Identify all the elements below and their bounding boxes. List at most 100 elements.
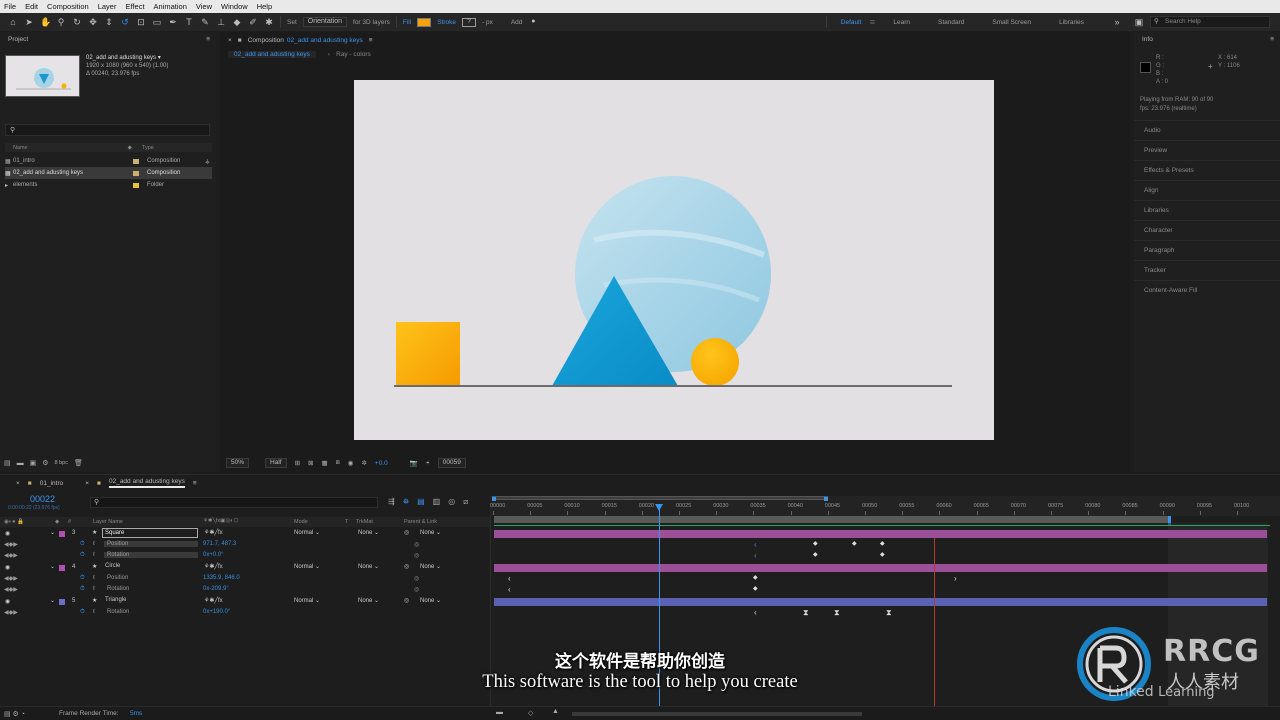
workspace-menu-icon[interactable]: ≡ (867, 17, 877, 27)
keyframe-navigator-icon[interactable]: ◀◆▶ (4, 575, 18, 582)
layer-bar-circle[interactable] (494, 564, 1267, 572)
property-value[interactable]: 0x+190.0° (203, 609, 230, 615)
zoom-tool-icon[interactable]: ⚲ (56, 17, 66, 27)
expression-icon[interactable]: ℓ (93, 609, 95, 615)
dolly-tool-icon[interactable]: ⇕ (104, 17, 114, 27)
property-row[interactable]: ◀◆▶ ⏱ ℓ Rotation 0x-209.9° ◎ (0, 585, 490, 597)
trkmat-dropdown[interactable]: None ⌄ (358, 597, 379, 604)
property-row[interactable]: ◀◆▶ ⏱ ℓ Position 1335.9, 846.0 ◎ (0, 574, 490, 586)
stroke-width-label[interactable]: - px (482, 19, 493, 26)
puppet-pin-tool-icon[interactable]: ✱ (264, 17, 274, 27)
panel-menu-icon[interactable]: ≡ (193, 480, 197, 487)
stopwatch-icon[interactable]: ⏱ (80, 575, 85, 582)
keyframe[interactable]: ‹ (508, 575, 511, 583)
close-tab-icon[interactable]: × (16, 480, 20, 487)
visibility-eye-icon[interactable]: ◉ (5, 598, 10, 605)
keyframe[interactable]: ‹ (754, 609, 757, 617)
visibility-eye-icon[interactable]: ◉ (5, 564, 10, 571)
timeline-tab-intro[interactable]: 01_intro (40, 480, 64, 487)
menu-file[interactable]: File (4, 2, 16, 11)
keyframe[interactable]: ◆ (753, 575, 758, 582)
property-row[interactable]: ◀◆▶ ⏱ ℓ Rotation 0x+0.0° ◎ (0, 551, 490, 563)
mode-dropdown[interactable]: Normal ⌄ (294, 597, 320, 604)
new-folder-icon[interactable]: ▬ (17, 460, 24, 467)
add-circle-icon[interactable]: ● (528, 17, 538, 27)
workspace-small-screen[interactable]: Small Screen (992, 19, 1031, 26)
pickwhip-icon[interactable]: ◎ (404, 529, 409, 536)
shy-layers-icon[interactable]: ▤ (417, 497, 425, 507)
keyframe[interactable]: › (954, 575, 957, 583)
more-workspaces-icon[interactable]: » (1112, 17, 1122, 27)
timeline-search-input[interactable]: ⚲ (90, 497, 378, 508)
zoom-dropdown[interactable]: 50% (226, 458, 250, 468)
menu-effect[interactable]: Effect (125, 2, 144, 11)
layer-row[interactable]: ◉ ⌄ 3 ★ Square ⚘✱╱fx Normal ⌄ None ⌄ ◎ N… (0, 528, 490, 540)
project-settings-icon[interactable]: ⚙ (42, 459, 48, 467)
menu-composition[interactable]: Composition (47, 2, 89, 11)
current-frame-field[interactable]: 00059 (437, 458, 466, 468)
panel-align[interactable]: Align (1134, 180, 1280, 200)
type-tool-icon[interactable]: T (184, 17, 194, 27)
color-channels-icon[interactable]: ◉ (348, 459, 354, 467)
visibility-eye-icon[interactable]: ◉ (5, 530, 10, 537)
trkmat-dropdown[interactable]: None ⌄ (358, 563, 379, 570)
trkmat-dropdown[interactable]: None ⌄ (358, 529, 379, 536)
workspace-default[interactable]: Default (841, 19, 862, 26)
keyframe[interactable]: ‹ (508, 586, 511, 594)
zoom-slider-thumb[interactable]: ◇ (528, 709, 533, 717)
timeline-scrollbar[interactable] (572, 712, 862, 716)
hand-tool-icon[interactable]: ✋ (40, 17, 51, 27)
menu-edit[interactable]: Edit (25, 2, 38, 11)
fill-color-swatch[interactable] (417, 17, 432, 27)
col-trkmat[interactable]: TrkMat (356, 519, 373, 525)
composition-tab-name[interactable]: 02_add and adusting keys (287, 37, 363, 44)
col-parent[interactable]: Parent & Link (404, 519, 437, 525)
keyframe-navigator-icon[interactable]: ◀◆▶ (4, 586, 18, 593)
rotate-tool-icon[interactable]: ↺ (120, 17, 130, 27)
workspace-libraries[interactable]: Libraries (1059, 19, 1084, 26)
layer-switches-icons[interactable]: ⚘✱╱fx (204, 597, 223, 604)
layer-switches-icons[interactable]: ⚘✱╱fx (204, 529, 223, 536)
keyframe-navigator-icon[interactable]: ◀◆▶ (4, 609, 18, 616)
exposure-icon[interactable]: ✲ (361, 459, 366, 467)
label-tag-icon[interactable]: ◆ (55, 519, 59, 525)
close-tab-icon[interactable]: × (85, 480, 89, 487)
label-tag-icon[interactable]: ◆ (128, 145, 132, 151)
layer-name[interactable]: Circle (105, 563, 120, 569)
info-panel-title[interactable]: Info (1142, 36, 1153, 43)
twirl-open-icon[interactable]: ⌄ (50, 563, 55, 570)
rectangle-tool-icon[interactable]: ▭ (152, 17, 162, 27)
expression-icon[interactable]: ℓ (93, 541, 95, 547)
toggle-switches-icon[interactable]: ▤ ⚙ ◔ (4, 710, 25, 718)
panel-effects-presets[interactable]: Effects & Presets (1134, 160, 1280, 180)
property-value[interactable]: 0x+0.0° (203, 552, 224, 558)
show-snapshot-icon[interactable]: ◓ (426, 460, 430, 467)
panel-character[interactable]: Character (1134, 220, 1280, 240)
keyframe[interactable]: ⧗ (834, 609, 840, 617)
layer-bar-triangle[interactable] (494, 598, 1267, 606)
flowchart-icon[interactable]: ⚶ (205, 158, 210, 165)
brush-tool-icon[interactable]: ✎ (200, 17, 210, 27)
menu-help[interactable]: Help (257, 2, 272, 11)
pan-tool-icon[interactable]: ✥ (88, 17, 98, 27)
property-value[interactable]: 1335.9, 846.0 (203, 575, 240, 581)
keyframe[interactable]: ◆ (880, 541, 885, 548)
workspace-learn[interactable]: Learn (893, 19, 910, 26)
current-time-display[interactable]: 00022 (30, 494, 55, 504)
av-switches-icon[interactable]: ◉◐● 🔒 (4, 519, 24, 525)
stroke-color-swatch[interactable]: ? (461, 17, 476, 27)
twirl-open-icon[interactable]: ⌄ (50, 597, 55, 604)
home-icon[interactable]: ⌂ (8, 17, 18, 27)
frame-blending-icon[interactable]: ▥ (433, 497, 441, 507)
panel-audio[interactable]: Audio (1134, 120, 1280, 140)
col-layer-name[interactable]: Layer Name (93, 519, 123, 525)
layer-row[interactable]: ◉ ⌄ 5 ★ Triangle ⚘✱╱fx Normal ⌄ None ⌄ ◎… (0, 596, 490, 608)
expression-icon[interactable]: ℓ (93, 575, 95, 581)
transparency-grid-icon[interactable]: ▦ (321, 459, 327, 467)
lock-icon[interactable]: ■ (238, 37, 242, 44)
project-col-type[interactable]: Type (142, 145, 154, 151)
keyframe[interactable]: ⧗ (886, 609, 892, 617)
exposure-value[interactable]: +0.0 (375, 460, 388, 467)
roto-brush-tool-icon[interactable]: ✐ (248, 17, 258, 27)
mask-visibility-icon[interactable]: ⧈ (336, 459, 340, 467)
